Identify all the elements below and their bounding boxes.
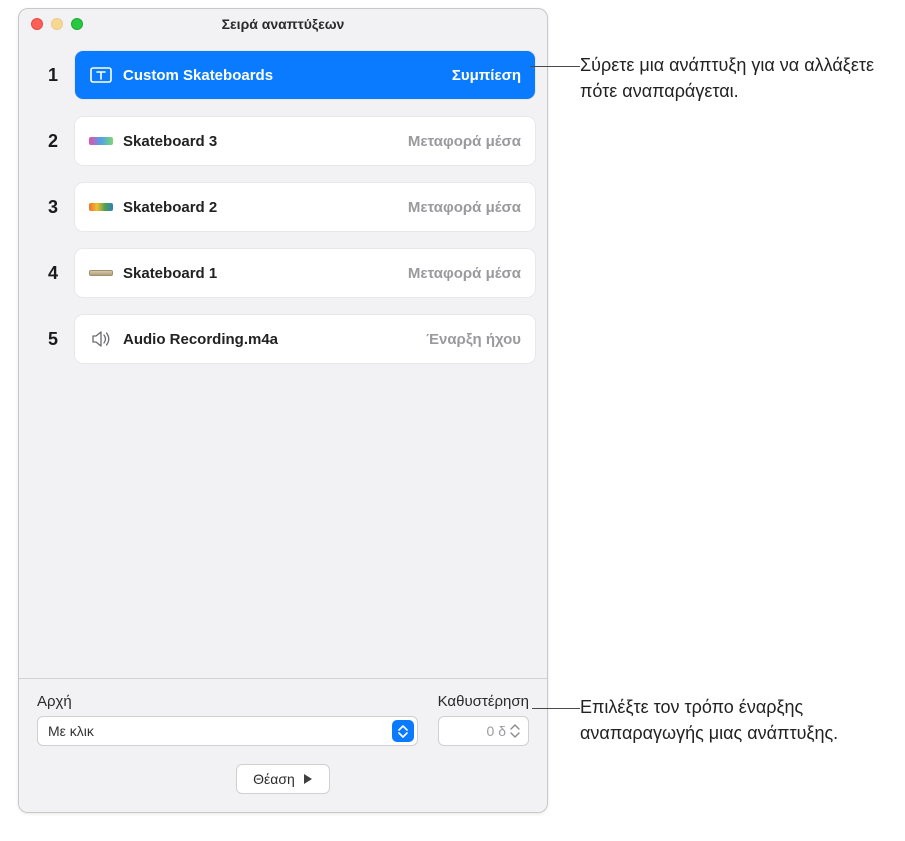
play-icon bbox=[303, 774, 313, 784]
build-item[interactable]: Custom Skateboards Συμπίεση bbox=[75, 51, 535, 99]
footer-controls: Αρχή Με κλικ Καθυστέρηση 0 δ bbox=[19, 678, 547, 812]
build-item-effect: Έναρξη ήχου bbox=[426, 331, 521, 348]
row-index: 4 bbox=[31, 263, 75, 284]
stepper-arrows-icon bbox=[510, 719, 524, 743]
chevron-up-down-icon bbox=[392, 720, 414, 742]
delay-stepper[interactable]: 0 δ bbox=[438, 716, 529, 746]
build-item[interactable]: Skateboard 3 Μεταφορά μέσα bbox=[75, 117, 535, 165]
build-item-name: Custom Skateboards bbox=[123, 67, 442, 84]
callout-start: Επιλέξτε τον τρόπο έναρξης αναπαραγωγής … bbox=[532, 694, 880, 746]
build-item[interactable]: Skateboard 2 Μεταφορά μέσα bbox=[75, 183, 535, 231]
minimize-icon[interactable] bbox=[51, 18, 63, 30]
audio-icon bbox=[89, 331, 113, 347]
callout-text: Σύρετε μια ανάπτυξη για να αλλάξετε πότε… bbox=[580, 52, 880, 104]
build-item-name: Skateboard 3 bbox=[123, 133, 398, 150]
delay-value: 0 δ bbox=[487, 723, 506, 739]
callout-text: Επιλέξτε τον τρόπο έναρξης αναπαραγωγής … bbox=[580, 694, 880, 746]
build-item-effect: Μεταφορά μέσα bbox=[408, 199, 521, 216]
start-select-value: Με κλικ bbox=[48, 723, 94, 739]
build-item[interactable]: Skateboard 1 Μεταφορά μέσα bbox=[75, 249, 535, 297]
build-item-name: Skateboard 1 bbox=[123, 265, 398, 282]
start-label: Αρχή bbox=[37, 693, 418, 710]
close-icon[interactable] bbox=[31, 18, 43, 30]
build-item-name: Skateboard 2 bbox=[123, 199, 398, 216]
start-select[interactable]: Με κλικ bbox=[37, 716, 418, 746]
callout-line bbox=[530, 66, 580, 67]
build-row: 3 Skateboard 2 Μεταφορά μέσα bbox=[31, 183, 535, 231]
build-item-name: Audio Recording.m4a bbox=[123, 331, 416, 348]
build-row: 2 Skateboard 3 Μεταφορά μέσα bbox=[31, 117, 535, 165]
thumbnail-icon bbox=[89, 133, 113, 149]
zoom-icon[interactable] bbox=[71, 18, 83, 30]
preview-button-label: Θέαση bbox=[253, 771, 295, 787]
row-index: 3 bbox=[31, 197, 75, 218]
build-order-window: Σειρά αναπτύξεων 1 Custom Skateboards Συ… bbox=[18, 8, 548, 813]
build-list: 1 Custom Skateboards Συμπίεση 2 Skateboa… bbox=[19, 39, 547, 678]
titlebar: Σειρά αναπτύξεων bbox=[19, 9, 547, 39]
row-index: 5 bbox=[31, 329, 75, 350]
build-row: 1 Custom Skateboards Συμπίεση bbox=[31, 51, 535, 99]
delay-label: Καθυστέρηση bbox=[438, 693, 529, 710]
build-row: 4 Skateboard 1 Μεταφορά μέσα bbox=[31, 249, 535, 297]
build-item-effect: Μεταφορά μέσα bbox=[408, 133, 521, 150]
callout-drag: Σύρετε μια ανάπτυξη για να αλλάξετε πότε… bbox=[530, 52, 880, 104]
build-item-effect: Μεταφορά μέσα bbox=[408, 265, 521, 282]
build-row: 5 Audio Recording.m4a Έναρξη ήχου bbox=[31, 315, 535, 363]
callout-line bbox=[532, 708, 580, 709]
textbox-icon bbox=[89, 67, 113, 83]
row-index: 2 bbox=[31, 131, 75, 152]
build-item-effect: Συμπίεση bbox=[452, 67, 521, 84]
window-title: Σειρά αναπτύξεων bbox=[29, 16, 537, 32]
thumbnail-icon bbox=[89, 199, 113, 215]
window-controls bbox=[31, 18, 83, 30]
row-index: 1 bbox=[31, 65, 75, 86]
thumbnail-icon bbox=[89, 265, 113, 281]
preview-button[interactable]: Θέαση bbox=[236, 764, 330, 794]
build-item[interactable]: Audio Recording.m4a Έναρξη ήχου bbox=[75, 315, 535, 363]
